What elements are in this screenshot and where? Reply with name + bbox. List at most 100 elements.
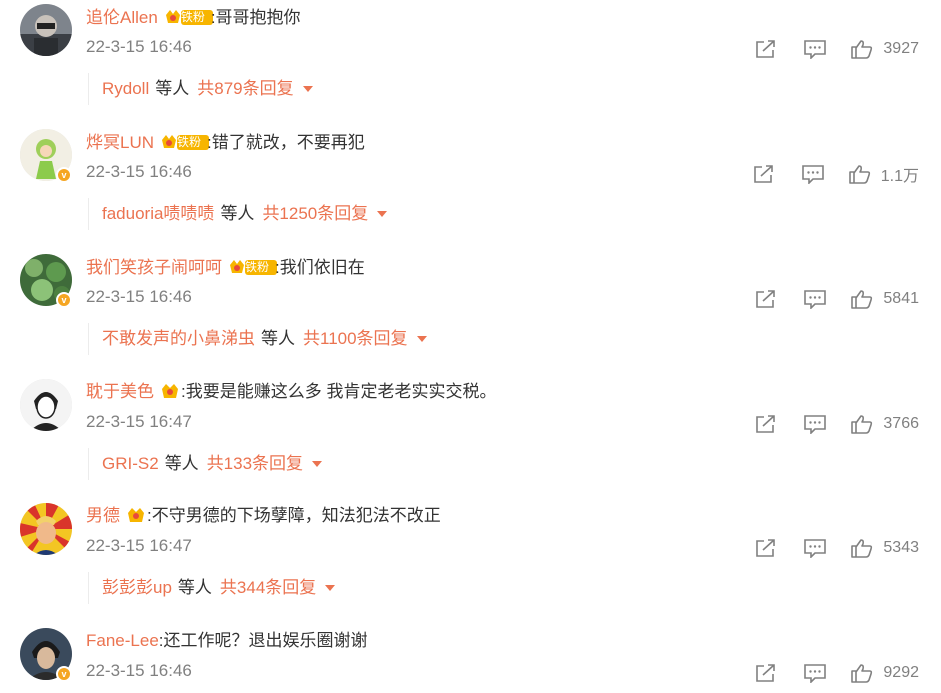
share-icon bbox=[756, 40, 776, 58]
username-link[interactable]: 男德 bbox=[86, 506, 120, 525]
caret-down-icon[interactable] bbox=[325, 585, 336, 591]
username-link[interactable]: 追伦Allen bbox=[86, 8, 158, 27]
comment-text: :还工作呢？退出娱乐圈谢谢 bbox=[158, 631, 368, 650]
like-button[interactable]: 5841 bbox=[851, 289, 919, 309]
comment-item: v 我们笑孩子闹呵呵 铁粉:我们依旧在 22-3-15 16:46 5841 不敢… bbox=[0, 250, 941, 375]
username-link[interactable]: 烨冥LUN bbox=[86, 133, 154, 152]
comment-actions: 1.1万 bbox=[753, 162, 919, 186]
caret-down-icon[interactable] bbox=[377, 211, 388, 217]
comment-button[interactable] bbox=[803, 289, 827, 309]
comment-text: :我要是能赚这么多 我肯定老老实实交税。 bbox=[181, 382, 497, 401]
comment-time: 22-3-15 16:46 bbox=[86, 162, 192, 181]
share-icon bbox=[756, 290, 776, 308]
reply-count-link[interactable]: 共133条回复 bbox=[207, 454, 303, 473]
like-button[interactable]: 9292 bbox=[851, 663, 919, 683]
share-button[interactable] bbox=[755, 663, 777, 683]
comment-icon bbox=[804, 664, 827, 683]
like-button[interactable]: 3927 bbox=[851, 39, 919, 59]
like-count: 5841 bbox=[883, 290, 919, 307]
reply-summary[interactable]: faduoria啧啧啧 等人 共1250条回复 bbox=[88, 198, 388, 230]
thumbs-up-icon bbox=[851, 539, 873, 558]
like-count: 3766 bbox=[883, 415, 919, 432]
thumbs-up-icon bbox=[851, 290, 873, 309]
comment-icon bbox=[804, 539, 827, 558]
reply-username[interactable]: Rydoll bbox=[102, 79, 149, 98]
avatar[interactable] bbox=[20, 379, 72, 431]
comment-icon bbox=[801, 165, 824, 184]
caret-down-icon[interactable] bbox=[312, 461, 323, 467]
fan-badge-label: 铁粉 bbox=[177, 135, 202, 149]
like-button[interactable]: 1.1万 bbox=[848, 162, 919, 186]
comment-icon bbox=[804, 40, 827, 59]
crown-badge-icon[interactable] bbox=[126, 505, 146, 525]
like-button[interactable]: 3766 bbox=[851, 414, 919, 434]
reply-summary[interactable]: 不敢发声的小鼻涕虫 等人 共1100条回复 bbox=[88, 323, 427, 355]
comment-text: :错了就改，不要再犯 bbox=[207, 133, 365, 152]
avatar[interactable] bbox=[20, 4, 72, 56]
comment-time: 22-3-15 16:46 bbox=[86, 661, 192, 680]
comment-item: 耽于美色 :我要是能赚这么多 我肯定老老实实交税。 22-3-15 16:47 3… bbox=[0, 375, 941, 500]
comment-actions: 3927 bbox=[755, 37, 919, 61]
fan-badge-label: 铁粉 bbox=[245, 260, 270, 274]
thumbs-up-icon bbox=[848, 165, 870, 184]
comment-button[interactable] bbox=[801, 164, 825, 184]
like-count: 3927 bbox=[883, 40, 919, 57]
username-link[interactable]: Fane-Lee bbox=[86, 631, 159, 650]
avatar[interactable] bbox=[20, 503, 72, 555]
caret-down-icon[interactable] bbox=[416, 336, 427, 342]
reply-count-link[interactable]: 共344条回复 bbox=[220, 578, 316, 597]
comment-button[interactable] bbox=[803, 39, 827, 59]
share-button[interactable] bbox=[753, 164, 775, 184]
like-count: 9292 bbox=[883, 664, 919, 681]
fan-badge-label: 铁粉 bbox=[180, 10, 205, 24]
reply-count-link[interactable]: 共879条回复 bbox=[197, 79, 293, 98]
caret-down-icon[interactable] bbox=[302, 86, 313, 92]
verified-icon: v bbox=[56, 292, 72, 308]
reply-username[interactable]: GRI-S2 bbox=[102, 454, 159, 473]
verified-icon: v bbox=[56, 666, 72, 682]
comment-actions: 5841 bbox=[755, 287, 919, 311]
comment-item: 追伦Allen 铁粉 :哥哥抱抱你 22-3-15 16:46 3927 Rydol… bbox=[0, 0, 941, 125]
reply-summary[interactable]: 彭彭彭up 等人 共344条回复 bbox=[88, 572, 336, 604]
crown-badge-icon[interactable] bbox=[160, 381, 180, 401]
comment-button[interactable] bbox=[803, 663, 827, 683]
reply-count-link[interactable]: 共1250条回复 bbox=[262, 204, 368, 223]
comment-button[interactable] bbox=[803, 414, 827, 434]
reply-username[interactable]: faduoria啧啧啧 bbox=[102, 204, 214, 223]
comment-button[interactable] bbox=[803, 538, 827, 558]
like-button[interactable]: 5343 bbox=[851, 538, 919, 558]
reply-username[interactable]: 不敢发声的小鼻涕虫 bbox=[102, 329, 255, 348]
comment-line: 我们笑孩子闹呵呵 铁粉:我们依旧在 bbox=[86, 255, 365, 280]
reply-etc-label: 等人 bbox=[261, 329, 295, 348]
comment-line: 追伦Allen 铁粉 :哥哥抱抱你 bbox=[86, 5, 301, 30]
comment-item: v 烨冥LUN 铁粉:错了就改，不要再犯 22-3-15 16:46 1.1万 f… bbox=[0, 125, 941, 250]
share-icon bbox=[756, 539, 776, 557]
reply-username[interactable]: 彭彭彭up bbox=[102, 578, 172, 597]
comment-time: 22-3-15 16:46 bbox=[86, 287, 192, 306]
share-button[interactable] bbox=[755, 414, 777, 434]
comment-item: 男德:不守男德的下场孽障，知法犯法不改正 22-3-15 16:47 5343 … bbox=[0, 499, 941, 624]
comment-icon bbox=[804, 290, 827, 309]
share-button[interactable] bbox=[755, 289, 777, 309]
reply-count-link[interactable]: 共1100条回复 bbox=[303, 329, 408, 348]
share-icon bbox=[756, 415, 776, 433]
like-count: 1.1万 bbox=[880, 168, 919, 185]
thumbs-up-icon bbox=[851, 40, 873, 59]
username-link[interactable]: 我们笑孩子闹呵呵 bbox=[86, 258, 222, 277]
comment-icon bbox=[804, 415, 827, 434]
reply-etc-label: 等人 bbox=[220, 204, 255, 223]
comment-line: 耽于美色 :我要是能赚这么多 我肯定老老实实交税。 bbox=[86, 380, 496, 404]
comment-text: :哥哥抱抱你 bbox=[210, 8, 301, 27]
comment-item: v Fane-Lee:还工作呢？退出娱乐圈谢谢 22-3-15 16:46 92… bbox=[0, 624, 941, 693]
share-icon bbox=[756, 664, 776, 682]
reply-summary[interactable]: GRI-S2 等人 共133条回复 bbox=[88, 448, 323, 480]
share-button[interactable] bbox=[755, 39, 777, 59]
comment-time: 22-3-15 16:47 bbox=[86, 412, 192, 431]
thumbs-up-icon bbox=[851, 415, 873, 434]
like-count: 5343 bbox=[883, 539, 919, 556]
comment-time: 22-3-15 16:46 bbox=[86, 37, 192, 56]
share-button[interactable] bbox=[755, 538, 777, 558]
username-link[interactable]: 耽于美色 bbox=[86, 382, 154, 401]
reply-etc-label: 等人 bbox=[164, 454, 199, 473]
reply-summary[interactable]: Rydoll 等人 共879条回复 bbox=[88, 73, 313, 105]
